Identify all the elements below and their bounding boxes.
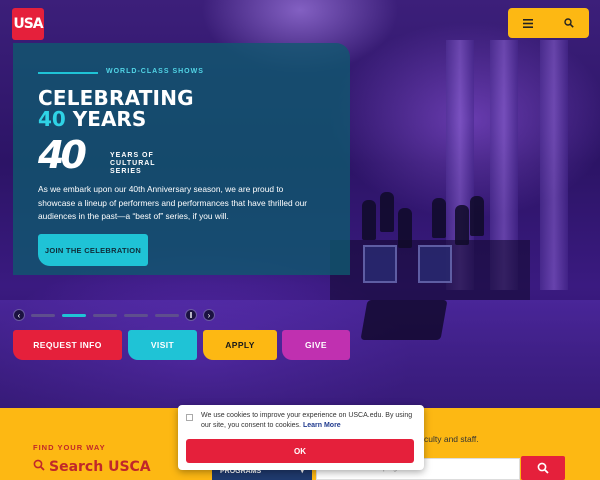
slide-eyebrow: WORLD-CLASS SHOWS [106,68,204,75]
slider-dot[interactable] [124,314,148,317]
slide-description: As we embark upon our 40th Anniversary s… [38,184,308,221]
request-info-button[interactable]: REQUEST INFO [13,330,122,360]
search-eyebrow: FIND YOUR WAY [33,443,106,452]
usca-logo[interactable]: USA [12,8,44,40]
top-nav [508,8,589,38]
join-celebration-button[interactable]: JOIN THE CELEBRATION [38,234,148,266]
learn-more-link[interactable]: Learn More [303,422,341,429]
slider-dot[interactable] [93,314,117,317]
band-member [432,198,446,238]
hamburger-icon[interactable] [518,13,538,33]
eyebrow-line [38,72,98,74]
visit-button[interactable]: VISIT [128,330,197,360]
cookie-text: We use cookies to improve your experienc… [201,411,413,431]
faculty-text: culty and staff. [424,434,479,444]
slider-dot[interactable] [155,314,179,317]
cookie-ok-button[interactable]: OK [186,439,414,463]
slide-title-line2: 40 YEARS [38,107,146,131]
anniversary-badge-number: 40 [38,133,87,177]
slider-dot-active[interactable] [62,314,86,317]
drum [363,245,397,283]
band-member [380,192,394,232]
anniversary-badge-text: YEARS OF CULTURAL SERIES [110,152,156,175]
search-icon[interactable] [559,13,579,33]
band-member [362,200,376,240]
apply-button[interactable]: APPLY [203,330,277,360]
slider-dot[interactable] [31,314,55,317]
chevron-right-icon[interactable]: › [203,309,215,321]
title-accent: 40 [38,107,66,131]
search-title: Search USCA [33,459,151,475]
stage-speaker [360,300,448,340]
pause-icon[interactable]: ‖ [185,309,197,321]
cookie-checkbox[interactable] [186,414,193,421]
band-member [455,205,469,245]
search-icon [33,459,45,475]
band-member [398,208,412,248]
pillar [540,40,568,290]
give-button[interactable]: GIVE [282,330,350,360]
drum [418,245,452,283]
search-submit-button[interactable] [521,456,565,480]
search-icon [537,462,549,474]
logo-text: USA [13,16,43,32]
band-member [470,196,484,236]
search-title-text: Search USCA [49,459,151,475]
chevron-left-icon[interactable]: ‹ [13,309,25,321]
title-rest: YEARS [65,107,147,131]
